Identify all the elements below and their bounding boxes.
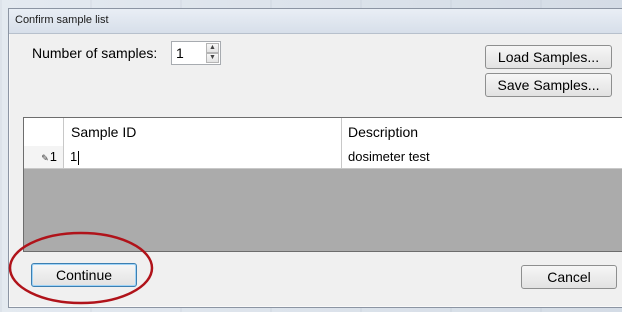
description-value: dosimeter test bbox=[348, 149, 430, 164]
row-header[interactable]: ✎1 bbox=[24, 146, 64, 168]
grid-header: Sample ID Description bbox=[24, 118, 622, 147]
edit-pencil-icon: ✎ bbox=[41, 153, 49, 163]
text-caret bbox=[78, 150, 80, 165]
window-title: Confirm sample list bbox=[15, 14, 109, 26]
cancel-button[interactable]: Cancel bbox=[521, 265, 617, 289]
number-spinner[interactable]: ▲ ▼ bbox=[206, 43, 219, 63]
red-highlight-ellipse bbox=[8, 231, 154, 305]
sample-id-cell[interactable]: 1 bbox=[64, 146, 342, 168]
table-row[interactable]: ✎1 1 dosimeter test bbox=[24, 146, 622, 169]
spin-up-icon[interactable]: ▲ bbox=[206, 43, 219, 53]
load-samples-button[interactable]: Load Samples... bbox=[485, 45, 612, 69]
number-of-samples-label: Number of samples: bbox=[32, 45, 158, 61]
column-header-sample-id[interactable]: Sample ID bbox=[64, 118, 342, 146]
number-of-samples-value: 1 bbox=[176, 45, 184, 61]
column-header-description[interactable]: Description bbox=[342, 118, 622, 146]
description-cell[interactable]: dosimeter test bbox=[342, 146, 622, 168]
number-of-samples-input[interactable]: 1 ▲ ▼ bbox=[171, 41, 221, 65]
sample-id-value: 1 bbox=[70, 149, 78, 164]
row-header-corner bbox=[24, 118, 64, 146]
save-samples-button[interactable]: Save Samples... bbox=[485, 73, 612, 97]
title-bar: Confirm sample list bbox=[9, 9, 622, 34]
spin-down-icon[interactable]: ▼ bbox=[206, 53, 219, 63]
row-number: 1 bbox=[49, 149, 57, 164]
